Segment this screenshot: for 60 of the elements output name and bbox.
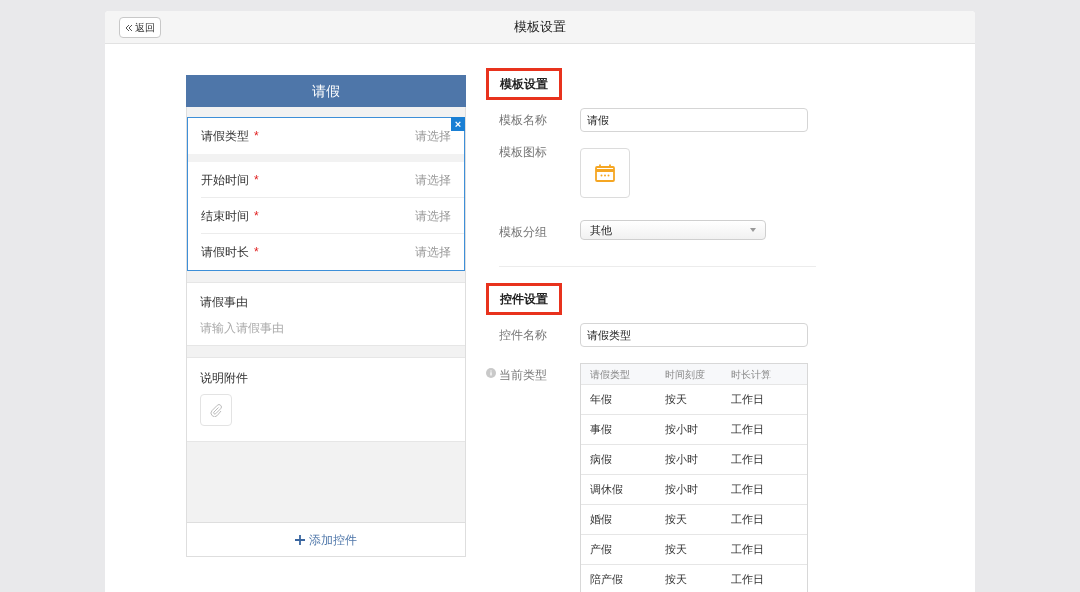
form-block[interactable]: 请假事由 请输入请假事由 xyxy=(187,282,465,346)
page-title: 模板设置 xyxy=(514,18,566,37)
field-label: 模板图标 xyxy=(499,144,547,161)
table-cell-text: 工作日 xyxy=(731,572,764,588)
table-cell-text: 工作日 xyxy=(731,392,764,408)
column-header: 时长计算 xyxy=(731,367,771,382)
table-cell-text: 婚假 xyxy=(589,512,613,528)
paperclip-icon xyxy=(209,403,223,417)
required-mark: * xyxy=(254,207,259,225)
add-control-button[interactable]: 添加控件 xyxy=(186,522,466,557)
table-cell-text: 按天 xyxy=(664,392,688,408)
field-label: 当前类型 xyxy=(499,367,547,384)
field-label: 结束时间 xyxy=(201,207,249,225)
icon-picker[interactable] xyxy=(580,148,630,198)
table-cell-text: 按天 xyxy=(664,572,688,588)
table-cell-text: 陪产假 xyxy=(589,572,624,588)
form-block[interactable]: × 请假类型 * 请选择 开始时间 * 请选择 结束时间 * 请选择 请假时长 * 请选择 xyxy=(187,117,465,271)
table-cell-text: 按天 xyxy=(664,542,688,558)
dropdown-caret-icon xyxy=(750,228,756,232)
field-label: 模板分组 xyxy=(499,224,547,241)
table-cell-text: 按小时 xyxy=(664,452,699,468)
select-field[interactable]: 其他 xyxy=(580,220,766,240)
preview-header: 请假 xyxy=(186,75,466,107)
table-cell-text: 产假 xyxy=(589,542,613,558)
field-label: 模板名称 xyxy=(499,112,547,129)
calendar-icon xyxy=(595,164,615,182)
plus-icon xyxy=(295,534,305,545)
table-cell-text: 事假 xyxy=(589,422,613,438)
attachment-button[interactable] xyxy=(200,394,232,426)
back-button[interactable]: 返回 xyxy=(119,17,161,38)
column-header: 请假类型 xyxy=(589,367,631,382)
form-block[interactable]: 说明附件 xyxy=(187,357,465,442)
text-field[interactable]: 请假 xyxy=(580,108,808,132)
table-cell-text: 工作日 xyxy=(731,422,764,438)
required-mark: * xyxy=(254,244,259,261)
field-label: 请假类型 xyxy=(201,128,249,145)
table-cell-text: 年假 xyxy=(589,392,613,408)
table-cell-text: 按小时 xyxy=(664,482,699,498)
table-cell-text: 工作日 xyxy=(731,512,764,528)
column-header: 时间刻度 xyxy=(664,367,706,382)
close-button[interactable]: × xyxy=(451,117,465,131)
double-chevron-icon xyxy=(125,23,133,32)
field-label: 开始时间 xyxy=(201,171,249,189)
field-label: 控件名称 xyxy=(499,327,547,344)
field-label: 请假时长 xyxy=(201,244,249,261)
table-cell-text: 病假 xyxy=(589,452,613,468)
table-cell-text: 工作日 xyxy=(731,482,764,498)
section-title: 模板设置 xyxy=(486,68,562,100)
table-cell-text: 工作日 xyxy=(731,452,764,468)
text-field[interactable]: 请假类型 xyxy=(580,323,808,347)
field-label: 说明附件 xyxy=(200,370,249,387)
table-cell-text: 工作日 xyxy=(731,542,764,558)
field-label: 请假事由 xyxy=(200,294,249,311)
table-cell-text: 调休假 xyxy=(589,482,624,498)
section-title: 控件设置 xyxy=(486,283,562,315)
table-cell-text: 按天 xyxy=(664,512,688,528)
table-cell-text: 按小时 xyxy=(664,422,699,438)
required-mark: * xyxy=(254,128,259,145)
info-icon xyxy=(486,368,496,378)
required-mark: * xyxy=(254,171,259,189)
